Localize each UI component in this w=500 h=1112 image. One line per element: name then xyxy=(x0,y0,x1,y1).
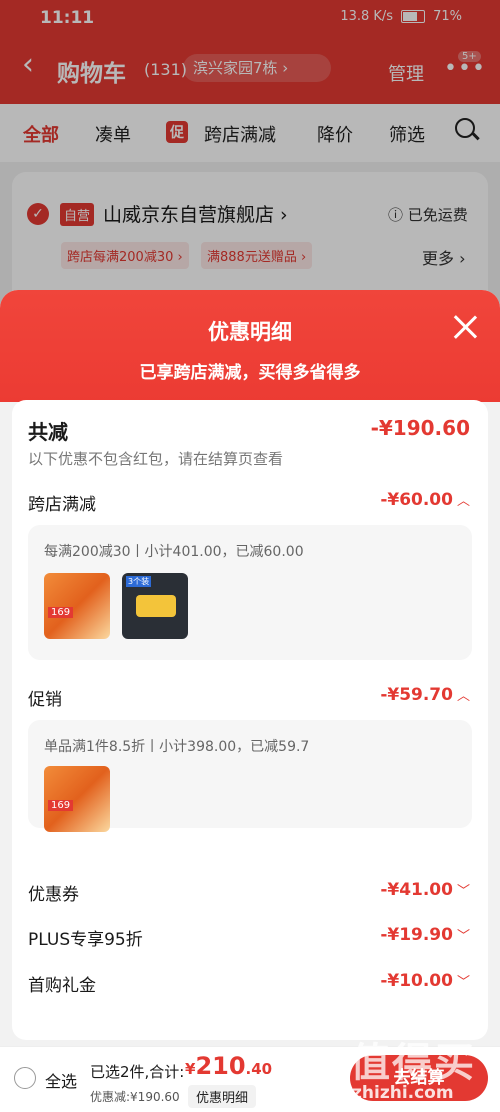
watermark-logo: 值得买 xyxy=(350,1040,476,1086)
sheet-header: 优惠明细 已享跨店满减，买得多省得多 xyxy=(0,290,500,402)
chevron-down-icon: ﹀ xyxy=(456,929,470,944)
close-icon[interactable] xyxy=(452,314,478,340)
saved-amount: 优惠减:¥190.60 xyxy=(90,1090,180,1104)
sheet-body: 共减 -¥190.60 以下优惠不包含红包，请在结算页查看 跨店满减 -¥60.… xyxy=(12,400,488,1040)
select-all-checkbox[interactable] xyxy=(14,1067,36,1089)
coupon-label: 优惠券 xyxy=(28,885,79,905)
chevron-up-icon: ︿ xyxy=(456,494,470,509)
select-all-label[interactable]: 全选 xyxy=(45,1068,77,1092)
total-price: ¥210.40 xyxy=(185,1052,273,1080)
product-thumbnail[interactable]: 3个装 xyxy=(122,573,188,639)
cross-store-detail: 每满200减30丨小计401.00，已减60.00 xyxy=(44,544,304,560)
cross-store-box: 每满200减30丨小计401.00，已减60.00 169 3个装 xyxy=(28,525,472,660)
selected-summary: 已选2件,合计: xyxy=(90,1063,185,1081)
coupon-amount[interactable]: -¥41.00 ﹀ xyxy=(380,880,470,900)
promotion-box: 单品满1件8.5折丨小计398.00，已减59.7 169 xyxy=(28,720,472,832)
discount-detail-button[interactable]: 优惠明细 xyxy=(188,1085,257,1108)
total-label: 共减 xyxy=(28,420,68,444)
sheet-subtitle: 已享跨店满减，买得多省得多 xyxy=(139,363,361,383)
chevron-down-icon: ﹀ xyxy=(456,884,470,899)
cross-store-label: 跨店满减 xyxy=(28,495,96,515)
promotion-detail: 单品满1件8.5折丨小计398.00，已减59.7 xyxy=(44,739,310,755)
plus-label: PLUS专享95折 xyxy=(28,930,143,950)
chevron-down-icon: ﹀ xyxy=(456,975,470,990)
chevron-up-icon: ︿ xyxy=(456,689,470,704)
promotion-amount[interactable]: -¥59.70 ︿ xyxy=(380,685,470,705)
total-amount: -¥190.60 xyxy=(370,416,470,440)
promotion-label: 促销 xyxy=(28,690,62,710)
first-buy-label: 首购礼金 xyxy=(28,976,96,996)
sheet-title: 优惠明细 xyxy=(208,320,292,344)
discount-detail-sheet: 优惠明细 已享跨店满减，买得多省得多 共减 -¥190.60 以下优惠不包含红包… xyxy=(0,290,500,1050)
plus-amount[interactable]: -¥19.90 ﹀ xyxy=(380,925,470,945)
product-thumbnail[interactable]: 169 xyxy=(44,766,110,832)
first-buy-amount[interactable]: -¥10.00 ﹀ xyxy=(380,971,470,991)
watermark-url: zhizhi.com xyxy=(352,1083,454,1103)
cross-store-amount[interactable]: -¥60.00 ︿ xyxy=(380,490,470,510)
soap-dish-image xyxy=(136,595,176,617)
product-thumbnail[interactable]: 169 xyxy=(44,573,110,639)
total-note: 以下优惠不包含红包，请在结算页查看 xyxy=(28,450,284,468)
